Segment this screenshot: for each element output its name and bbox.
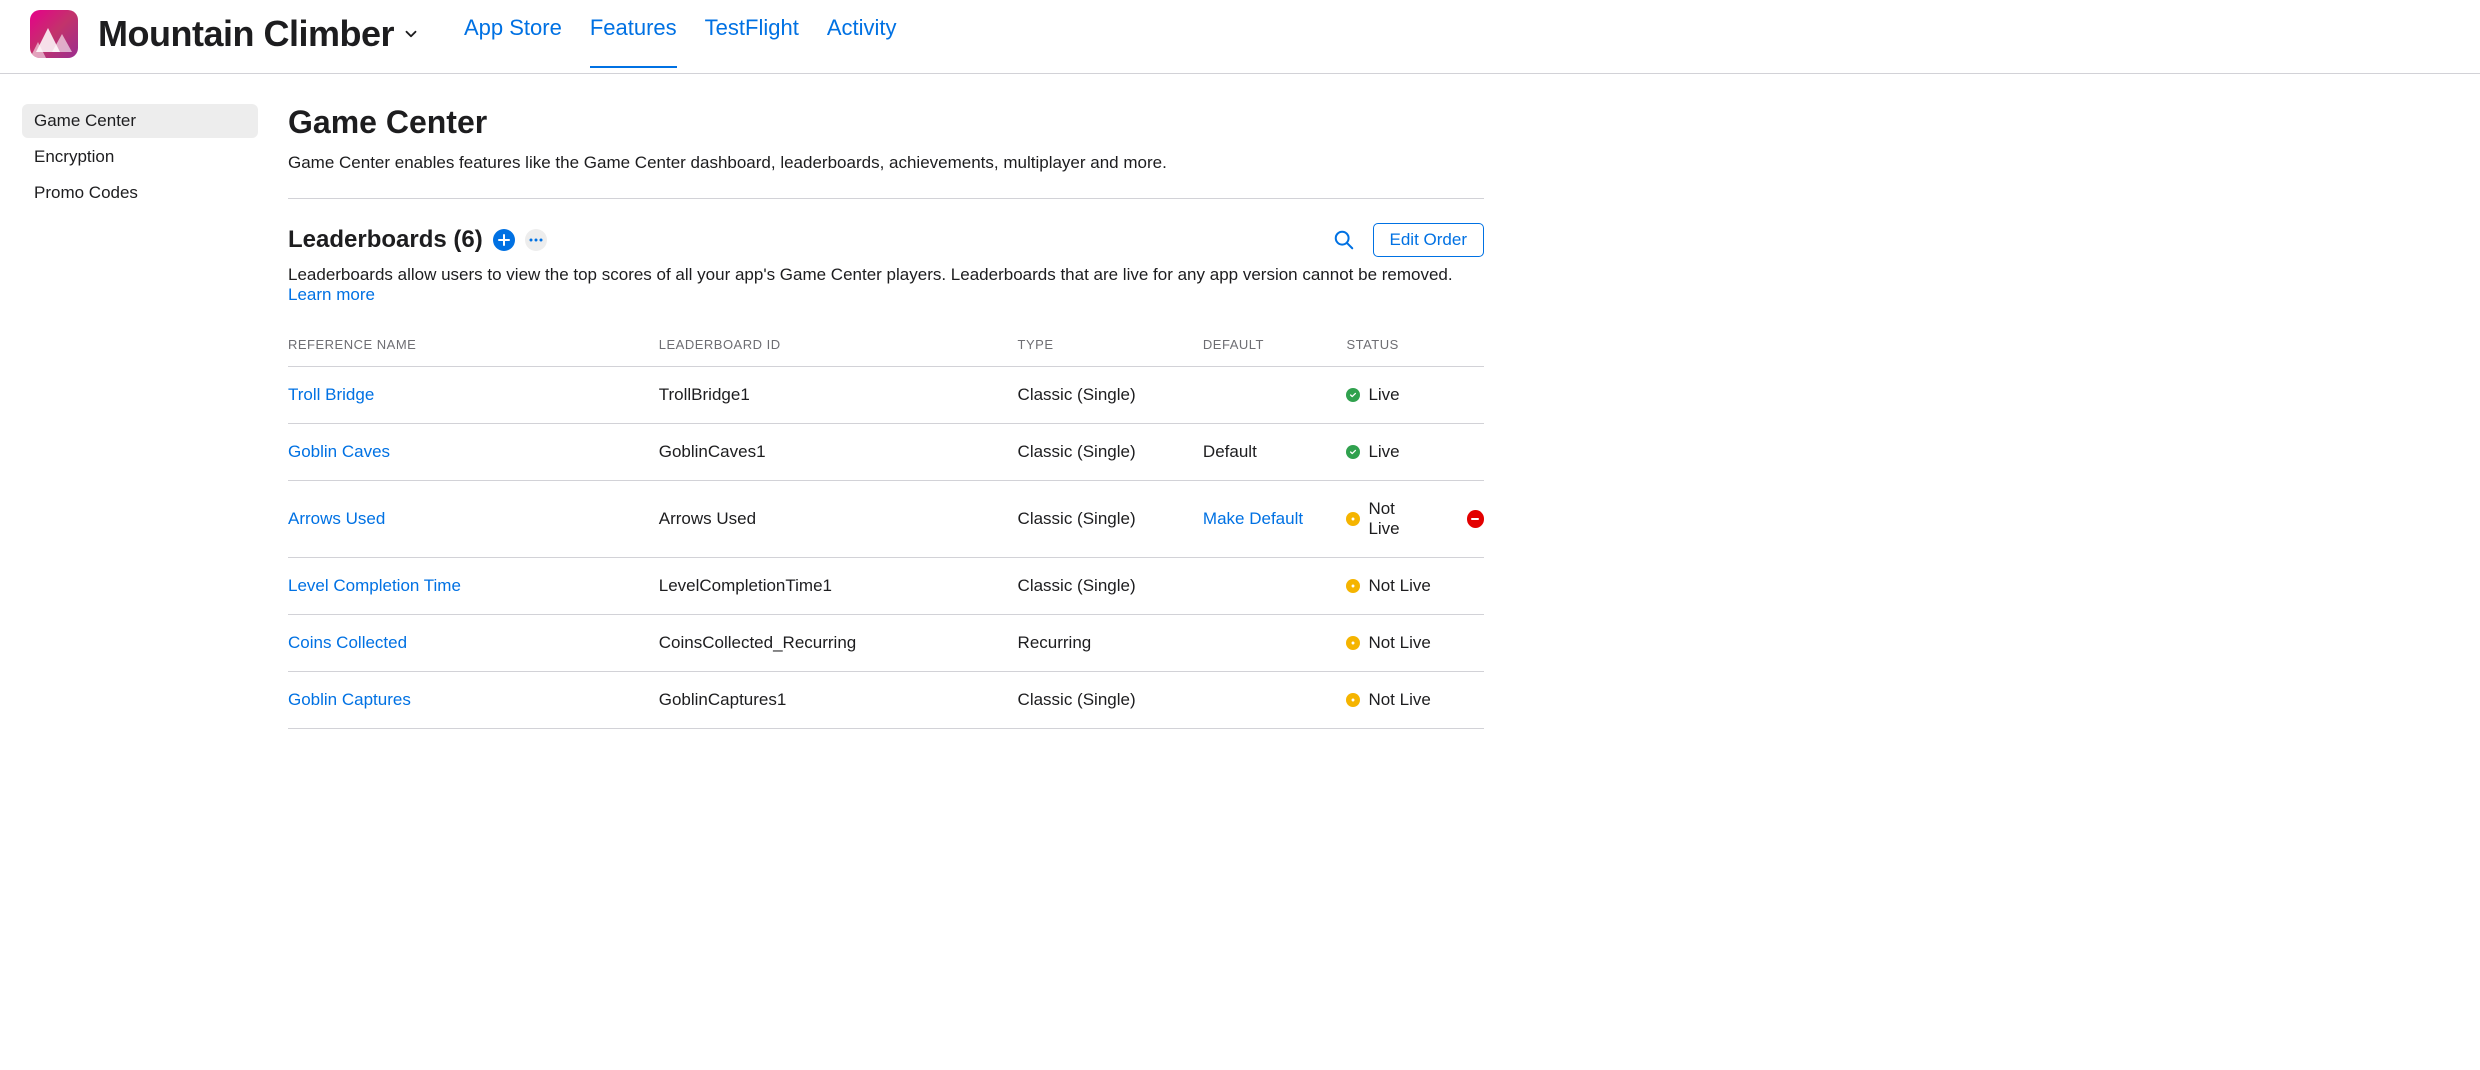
header: Mountain Climber App Store Features TestFl…	[0, 0, 2480, 74]
status-cell: Not Live	[1346, 633, 1484, 653]
leaderboard-type: Classic (Single)	[1018, 672, 1203, 729]
leaderboard-type: Classic (Single)	[1018, 481, 1203, 558]
status-notlive-icon	[1346, 512, 1360, 526]
add-leaderboard-button[interactable]	[493, 229, 515, 251]
status-live-icon	[1346, 445, 1360, 459]
leaderboard-default	[1203, 558, 1347, 615]
status-cell: Not Live	[1346, 690, 1484, 710]
leaderboard-id: GoblinCaptures1	[659, 672, 1018, 729]
nav-tab-testflight[interactable]: TestFlight	[705, 15, 799, 53]
nav-tab-features[interactable]: Features	[590, 15, 677, 68]
edit-order-button[interactable]: Edit Order	[1373, 223, 1484, 257]
col-status: STATUS	[1346, 323, 1484, 367]
table-row: Troll Bridge TrollBridge1Classic (Single)…	[288, 367, 1484, 424]
leaderboard-id: GoblinCaves1	[659, 424, 1018, 481]
table-row: Arrows UsedArrows UsedClassic (Single)Ma…	[288, 481, 1484, 558]
status-cell: Not Live	[1346, 576, 1484, 596]
status-text: Not Live	[1368, 576, 1430, 596]
leaderboards-table: REFERENCE NAME LEADERBOARD ID TYPE DEFAU…	[288, 323, 1484, 729]
leaderboard-id: Arrows Used	[659, 481, 1018, 558]
leaderboard-type: Classic (Single)	[1018, 367, 1203, 424]
learn-more-link[interactable]: Learn more	[288, 285, 375, 304]
col-default: DEFAULT	[1203, 323, 1347, 367]
more-actions-button[interactable]	[525, 229, 547, 251]
leaderboard-name-link[interactable]: Goblin Captures	[288, 690, 411, 709]
leaderboard-id: LevelCompletionTime1	[659, 558, 1018, 615]
leaderboard-name-link[interactable]: Arrows Used	[288, 509, 385, 528]
status-cell: Not Live	[1346, 499, 1484, 539]
leaderboard-default	[1203, 367, 1347, 424]
page-description: Game Center enables features like the Ga…	[288, 153, 1484, 199]
leaderboard-name-link[interactable]: Level Completion Time	[288, 576, 461, 595]
nav-tab-app-store[interactable]: App Store	[464, 15, 562, 53]
leaderboard-default	[1203, 672, 1347, 729]
remove-button[interactable]	[1467, 510, 1484, 528]
status-cell: Live	[1346, 385, 1484, 405]
col-type: TYPE	[1018, 323, 1203, 367]
col-leaderboard-id: LEADERBOARD ID	[659, 323, 1018, 367]
leaderboard-id: CoinsCollected_Recurring	[659, 615, 1018, 672]
leaderboards-header: Leaderboards (6) Edit Order	[288, 223, 1484, 257]
status-text: Not Live	[1368, 690, 1430, 710]
status-text: Live	[1368, 442, 1399, 462]
status-text: Not Live	[1368, 633, 1430, 653]
leaderboard-default: Default	[1203, 424, 1347, 481]
leaderboard-name-link[interactable]: Goblin Caves	[288, 442, 390, 461]
table-row: Coins Collected CoinsCollected_RecurringR…	[288, 615, 1484, 672]
leaderboards-description: Leaderboards allow users to view the top…	[288, 265, 1484, 305]
nav-tabs: App StoreFeaturesTestFlightActivity	[464, 15, 897, 53]
make-default-link[interactable]: Make Default	[1203, 509, 1303, 528]
status-text: Live	[1368, 385, 1399, 405]
table-row: Level Completion Time LevelCompletionTime…	[288, 558, 1484, 615]
leaderboard-type: Classic (Single)	[1018, 424, 1203, 481]
leaderboard-default	[1203, 615, 1347, 672]
main-content: Game Center Game Center enables features…	[258, 104, 1538, 769]
col-reference-name: REFERENCE NAME	[288, 323, 659, 367]
status-live-icon	[1346, 388, 1360, 402]
page-title: Game Center	[288, 104, 1484, 141]
status-notlive-icon	[1346, 693, 1360, 707]
leaderboard-type: Recurring	[1018, 615, 1203, 672]
nav-tab-activity[interactable]: Activity	[827, 15, 897, 53]
sidebar-item-game-center[interactable]: Game Center	[22, 104, 258, 138]
status-cell: Live	[1346, 442, 1484, 462]
table-row: Goblin Captures GoblinCaptures1Classic (S…	[288, 672, 1484, 729]
status-notlive-icon	[1346, 636, 1360, 650]
sidebar-item-encryption[interactable]: Encryption	[22, 140, 258, 174]
leaderboards-title: Leaderboards (6)	[288, 226, 483, 254]
table-row: Goblin Caves GoblinCaves1Classic (Single)…	[288, 424, 1484, 481]
app-icon	[30, 10, 78, 58]
leaderboard-type: Classic (Single)	[1018, 558, 1203, 615]
app-title: Mountain Climber	[98, 13, 394, 55]
status-text: Not Live	[1368, 499, 1428, 539]
sidebar: Game CenterEncryptionPromo Codes	[0, 104, 258, 769]
leaderboard-name-link[interactable]: Coins Collected	[288, 633, 407, 652]
sidebar-item-promo-codes[interactable]: Promo Codes	[22, 176, 258, 210]
status-notlive-icon	[1346, 579, 1360, 593]
app-title-dropdown[interactable]: Mountain Climber	[98, 13, 420, 55]
chevron-down-icon	[402, 25, 420, 43]
leaderboard-default[interactable]: Make Default	[1203, 481, 1347, 558]
search-button[interactable]	[1333, 229, 1355, 251]
leaderboard-id: TrollBridge1	[659, 367, 1018, 424]
leaderboard-name-link[interactable]: Troll Bridge	[288, 385, 374, 404]
